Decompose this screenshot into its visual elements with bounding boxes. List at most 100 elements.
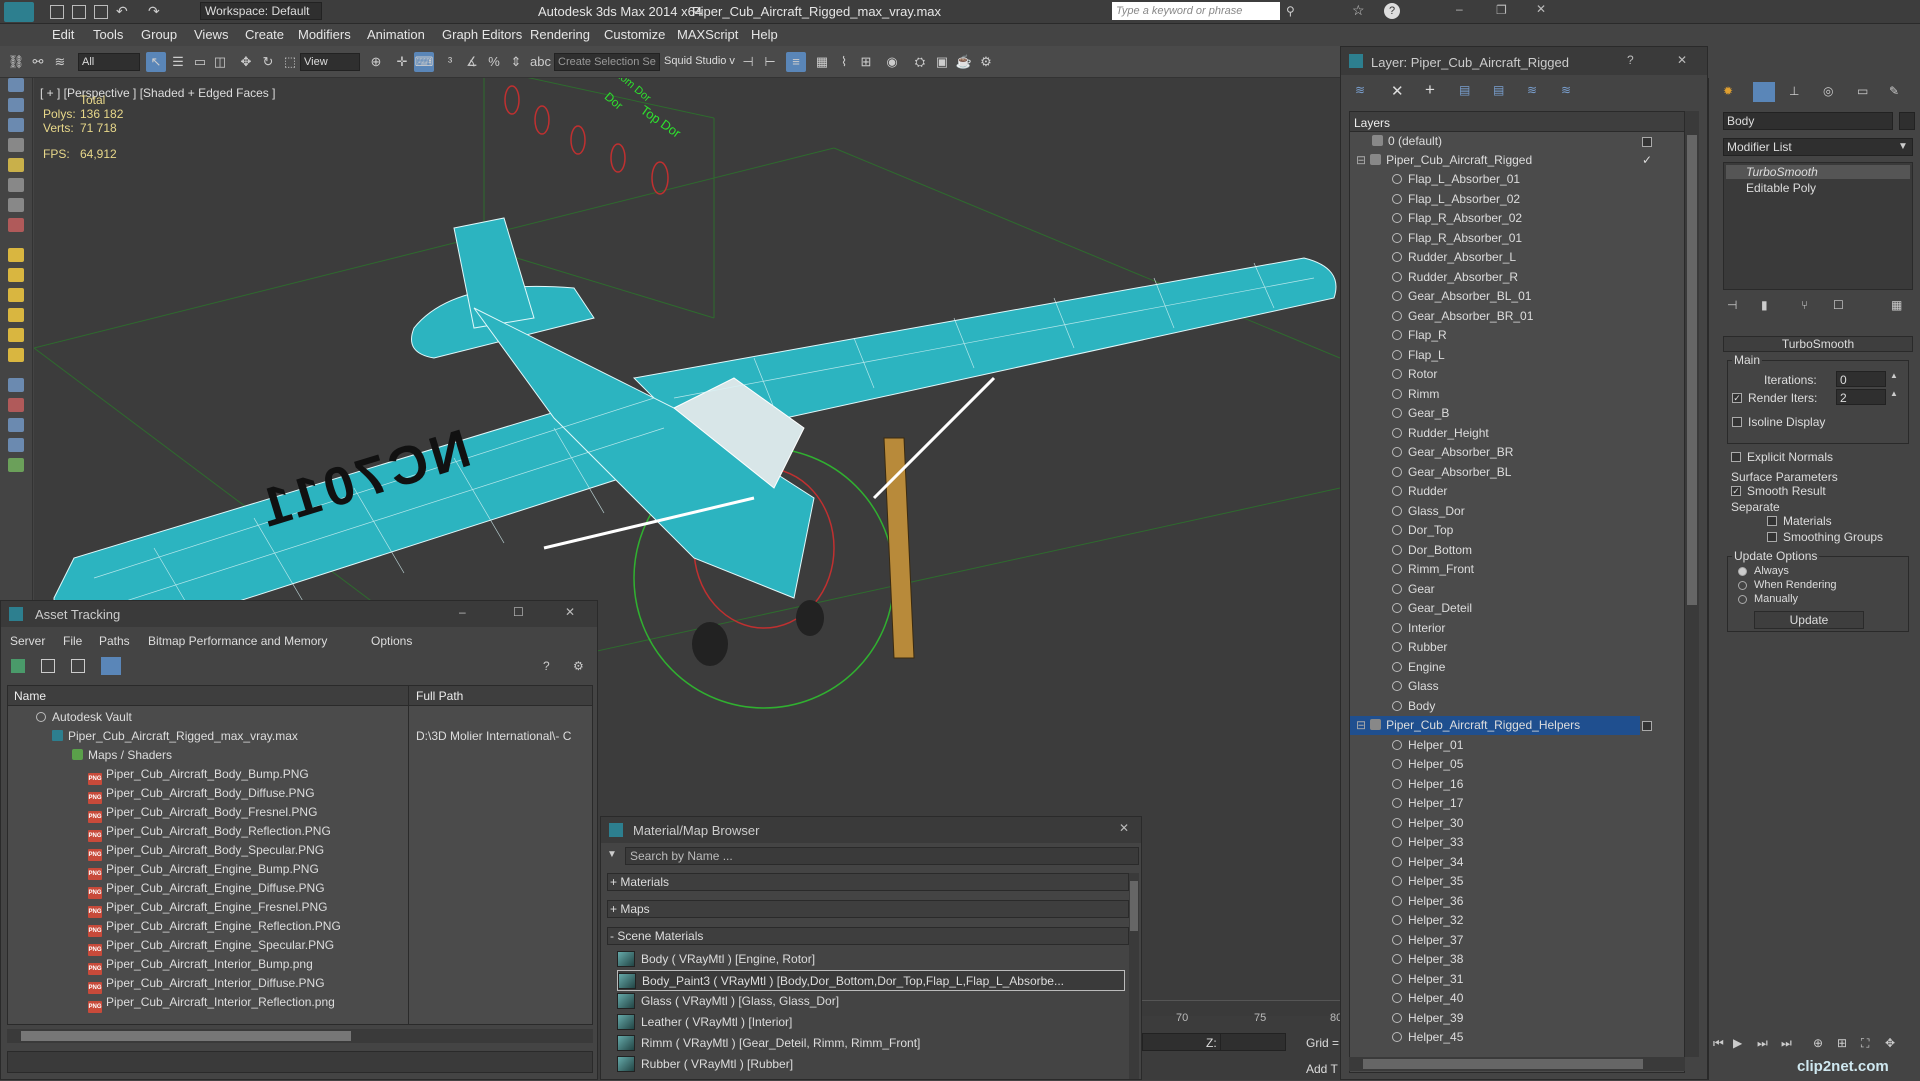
curve-editor-icon[interactable]: ⌇ [834, 52, 854, 72]
layer-hscrollbar[interactable] [1349, 1057, 1685, 1071]
viewport-label[interactable]: [ + ] [Perspective ] [Shaded + Edged Fac… [40, 86, 275, 100]
menu-animation[interactable]: Animation [367, 27, 425, 42]
asset-row-map[interactable]: PNG Piper_Cub_Aircraft_Engine_Reflection.… [8, 917, 592, 937]
layer-toolbar-icon-3[interactable]: ▤ [1493, 83, 1504, 97]
minimize-icon[interactable]: – [1456, 2, 1463, 16]
tool-strip-icon-19[interactable] [8, 458, 24, 472]
tool-strip-icon-12[interactable] [8, 308, 24, 322]
play-icon[interactable]: ▶ [1733, 1036, 1742, 1050]
hierarchy-tab-icon[interactable]: ⊥ [1789, 84, 1799, 98]
tool-strip-icon-15[interactable] [8, 378, 24, 392]
display-tab-icon[interactable]: ▭ [1857, 84, 1868, 98]
tool-strip-icon-8[interactable] [8, 218, 24, 232]
layer-toolbar-icon-1[interactable]: ≋ [1355, 83, 1365, 97]
menu-graph-editors[interactable]: Graph Editors [442, 27, 522, 42]
delete-layer-icon[interactable]: ✕ [1391, 82, 1404, 100]
zoom-extents-icon[interactable]: ⊞ [1837, 1036, 1847, 1050]
at-settings-icon[interactable]: ⚙ [573, 659, 584, 673]
layer-object-item[interactable]: Rudder_Absorber_R [1350, 268, 1684, 287]
layer-object-item[interactable]: Flap_R_Absorber_02 [1350, 209, 1684, 228]
layer-object-item[interactable]: Rimm_Front [1350, 560, 1684, 579]
layer-object-item[interactable]: Gear_Absorber_BR [1350, 443, 1684, 462]
spinner-snap-icon[interactable]: ⇕ [506, 52, 526, 72]
always-radio[interactable] [1738, 567, 1747, 576]
save-file-icon[interactable] [94, 5, 108, 19]
layer-object-item[interactable]: Gear [1350, 580, 1684, 599]
asset-row-map[interactable]: PNG Piper_Cub_Aircraft_Interior_Bump.png [8, 955, 592, 975]
object-name-field[interactable]: Body [1723, 112, 1893, 130]
mmb-options-icon[interactable]: ▼ [607, 849, 617, 860]
zoom-icon[interactable]: ⊕ [1813, 1036, 1823, 1050]
schematic-view-icon[interactable]: ⊞ [856, 52, 876, 72]
open-file-icon[interactable] [72, 5, 86, 19]
scene-material-item[interactable]: Glass ( VRayMtl ) [Glass, Glass_Dor] [617, 991, 1125, 1012]
tool-strip-icon-13[interactable] [8, 328, 24, 342]
column-path-header[interactable]: Full Path [416, 689, 463, 703]
table-view-icon[interactable] [101, 657, 121, 675]
remove-modifier-icon[interactable]: ☐ [1833, 298, 1844, 312]
asset-row-vault[interactable]: Autodesk Vault [8, 708, 592, 727]
pin-stack-icon[interactable]: ⊣ [1727, 298, 1737, 312]
layer-object-item[interactable]: Gear_Absorber_BR_01 [1350, 307, 1684, 326]
asset-row-max-file[interactable]: Piper_Cub_Aircraft_Rigged_max_vray.max D… [8, 727, 592, 746]
isoline-checkbox[interactable] [1732, 417, 1742, 427]
graphite-icon[interactable]: ▦ [812, 52, 832, 72]
goto-start-icon[interactable]: ⏮ [1713, 1036, 1724, 1051]
layer-object-item[interactable]: Flap_L_Absorber_02 [1350, 190, 1684, 209]
rollout-header[interactable]: TurboSmooth [1723, 336, 1913, 352]
iterations-spinner[interactable]: 0 [1836, 371, 1886, 387]
menu-tools[interactable]: Tools [93, 27, 123, 42]
layer-object-item[interactable]: Rubber [1350, 638, 1684, 657]
tool-strip-icon-14[interactable] [8, 348, 24, 362]
smooth-result-checkbox[interactable]: ✓ [1731, 486, 1741, 496]
mirror-icon[interactable]: ⊣ [738, 52, 758, 72]
at-menu-paths[interactable]: Paths [99, 634, 130, 648]
window-crossing-icon[interactable]: ◫ [210, 52, 230, 72]
asset-row-map[interactable]: PNG Piper_Cub_Aircraft_Body_Reflection.PN… [8, 822, 592, 842]
next-frame-icon[interactable]: ⏭ [1757, 1036, 1768, 1051]
asset-row-map[interactable]: PNG Piper_Cub_Aircraft_Body_Bump.PNG [8, 765, 592, 785]
coord-z-field[interactable] [1220, 1033, 1286, 1051]
layer-helper-item[interactable]: Helper_39 [1350, 1009, 1684, 1028]
tool-strip-icon-5[interactable] [8, 158, 24, 172]
layer-default-current-toggle[interactable] [1642, 137, 1652, 147]
render-iterative-icon[interactable]: ⚙ [976, 52, 996, 72]
layer-object-item[interactable]: Gear_Absorber_BL [1350, 463, 1684, 482]
layer-object-item[interactable]: Interior [1350, 619, 1684, 638]
binoculars-icon[interactable]: ⚲ [1286, 4, 1295, 18]
asset-hscroll-thumb[interactable] [21, 1031, 351, 1041]
stack-turbosmooth[interactable]: TurboSmooth [1726, 165, 1910, 179]
layer-object-item[interactable]: Rimm [1350, 385, 1684, 404]
snaps-toggle-icon[interactable]: ³ [440, 52, 460, 72]
menu-rendering[interactable]: Rendering [530, 27, 590, 42]
rotate-icon[interactable]: ↻ [258, 52, 278, 72]
bind-spacewarp-icon[interactable]: ≋ [50, 52, 70, 72]
tool-strip-icon-6[interactable] [8, 178, 24, 192]
asset-tracking-minimize-icon[interactable]: – [459, 605, 466, 619]
layer-helper-item[interactable]: Helper_45 [1350, 1028, 1684, 1047]
object-color-swatch[interactable] [1899, 112, 1915, 130]
modify-tab-icon[interactable] [1753, 82, 1775, 102]
tool-strip-icon-10[interactable] [8, 268, 24, 282]
mmb-close-icon[interactable]: ✕ [1119, 821, 1129, 835]
mmb-search-input[interactable]: Search by Name ... [625, 847, 1139, 865]
star-icon[interactable]: ☆ [1352, 2, 1365, 19]
layer-helper-item[interactable]: Helper_05 [1350, 755, 1684, 774]
tool-strip-icon-7[interactable] [8, 198, 24, 212]
update-button[interactable]: Update [1754, 611, 1864, 629]
layer-object-item[interactable]: Gear_Deteil [1350, 599, 1684, 618]
layer-object-item[interactable]: Rudder_Height [1350, 424, 1684, 443]
workspace-dropdown[interactable]: Workspace: Default [200, 2, 322, 20]
layer-toolbar-icon-2[interactable]: ▤ [1459, 83, 1470, 97]
scene-material-item[interactable]: Rubber ( VRayMtl ) [Rubber] [617, 1054, 1125, 1075]
tool-strip-icon-16[interactable] [8, 398, 24, 412]
make-unique-icon[interactable]: ⑂ [1801, 298, 1808, 312]
selection-filter-dropdown[interactable]: All [78, 53, 140, 71]
layer-panel-close-icon[interactable]: ✕ [1677, 53, 1687, 67]
move-icon[interactable]: ✥ [236, 52, 256, 72]
layer-object-item[interactable]: Rudder_Absorber_L [1350, 248, 1684, 267]
tool-strip-icon-2[interactable] [8, 98, 24, 112]
layer-helper-item[interactable]: Helper_40 [1350, 989, 1684, 1008]
asset-row-map[interactable]: PNG Piper_Cub_Aircraft_Engine_Diffuse.PNG [8, 879, 592, 899]
tool-strip-icon-4[interactable] [8, 138, 24, 152]
